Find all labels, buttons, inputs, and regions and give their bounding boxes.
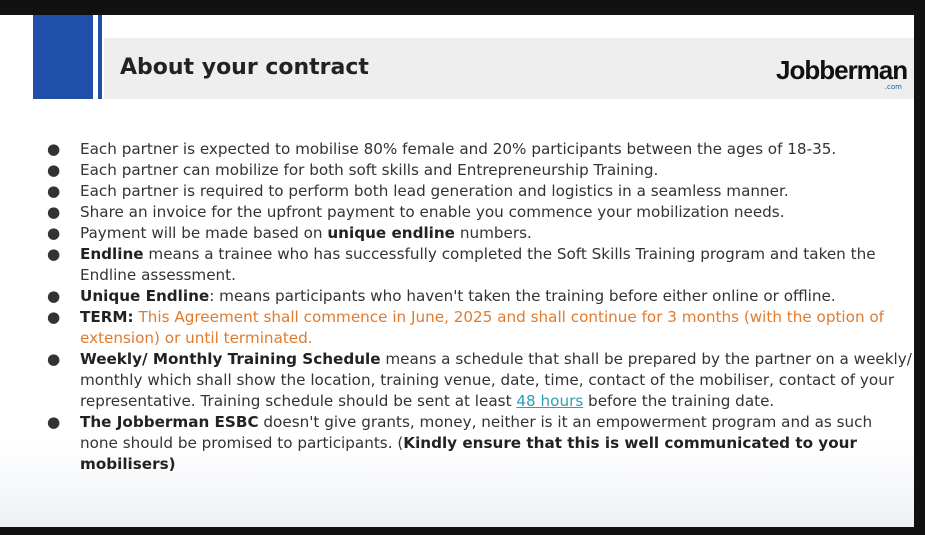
bullet-bold-text: unique endline [327,224,455,242]
bullet-icon: ● [47,245,61,263]
bullet-text: This Agreement shall commence in June, 2… [80,308,885,347]
bullet-icon: ● [47,203,61,221]
blue-accent-line [98,15,102,99]
bullet-text: Share an invoice for the upfront payment… [80,203,785,221]
bullet-text: numbers. [455,224,532,242]
list-item: ● Payment will be made based on unique en… [47,223,912,244]
bullet-icon: ● [47,413,61,431]
list-item: ● Weekly/ Monthly Training Schedule means… [47,349,912,412]
slide-title: About your contract [120,55,369,80]
bullet-text: : means participants who haven't taken t… [209,287,836,305]
bullet-text: before the training date. [583,392,775,410]
contract-bullet-list: ● Each partner is expected to mobilise 80… [47,139,912,475]
bullet-icon: ● [47,182,61,200]
bullet-text: Each partner is required to perform both… [80,182,789,200]
bullet-icon: ● [47,161,61,179]
screen: About your contract Jobberman .com ● Each… [0,0,925,535]
list-item: ● Each partner is required to perform bot… [47,181,912,202]
list-item: ● Each partner can mobilize for both soft… [47,160,912,181]
logo-text: Jobberman [776,55,908,85]
presentation-slide: About your contract Jobberman .com ● Each… [0,15,914,527]
bullet-icon: ● [47,350,61,368]
bullet-bold-text: Endline [80,245,144,263]
bullet-icon: ● [47,287,61,305]
bullet-text: Each partner is expected to mobilise 80%… [80,140,837,158]
bullet-bold-text: The Jobberman ESBC [80,413,259,431]
bullet-text: means a trainee who has successfully com… [80,245,876,284]
bullet-bold-text: Unique Endline [80,287,210,305]
list-item: ● TERM: This Agreement shall commence in … [47,307,912,349]
list-item: ● The Jobberman ESBC doesn't give grants,… [47,412,912,475]
bullet-text: Each partner can mobilize for both soft … [80,161,659,179]
list-item: ● Each partner is expected to mobilise 80… [47,139,912,160]
window-edge [914,0,925,535]
list-item: ● Endline means a trainee who has success… [47,244,912,286]
bullet-icon: ● [47,140,61,158]
link-48-hours[interactable]: 48 hours [516,392,583,410]
blue-accent-block [33,15,93,99]
logo-subtext: .com [884,83,902,91]
bullet-bold-text: Weekly/ Monthly Training Schedule [80,350,381,368]
jobberman-logo: Jobberman .com [776,53,908,91]
bullet-text: Payment will be made based on [80,224,328,242]
bullet-bold-text: TERM: [80,308,134,326]
list-item: ● Unique Endline: means participants who … [47,286,912,307]
bullet-icon: ● [47,224,61,242]
bullet-icon: ● [47,308,61,326]
list-item: ● Share an invoice for the upfront paymen… [47,202,912,223]
